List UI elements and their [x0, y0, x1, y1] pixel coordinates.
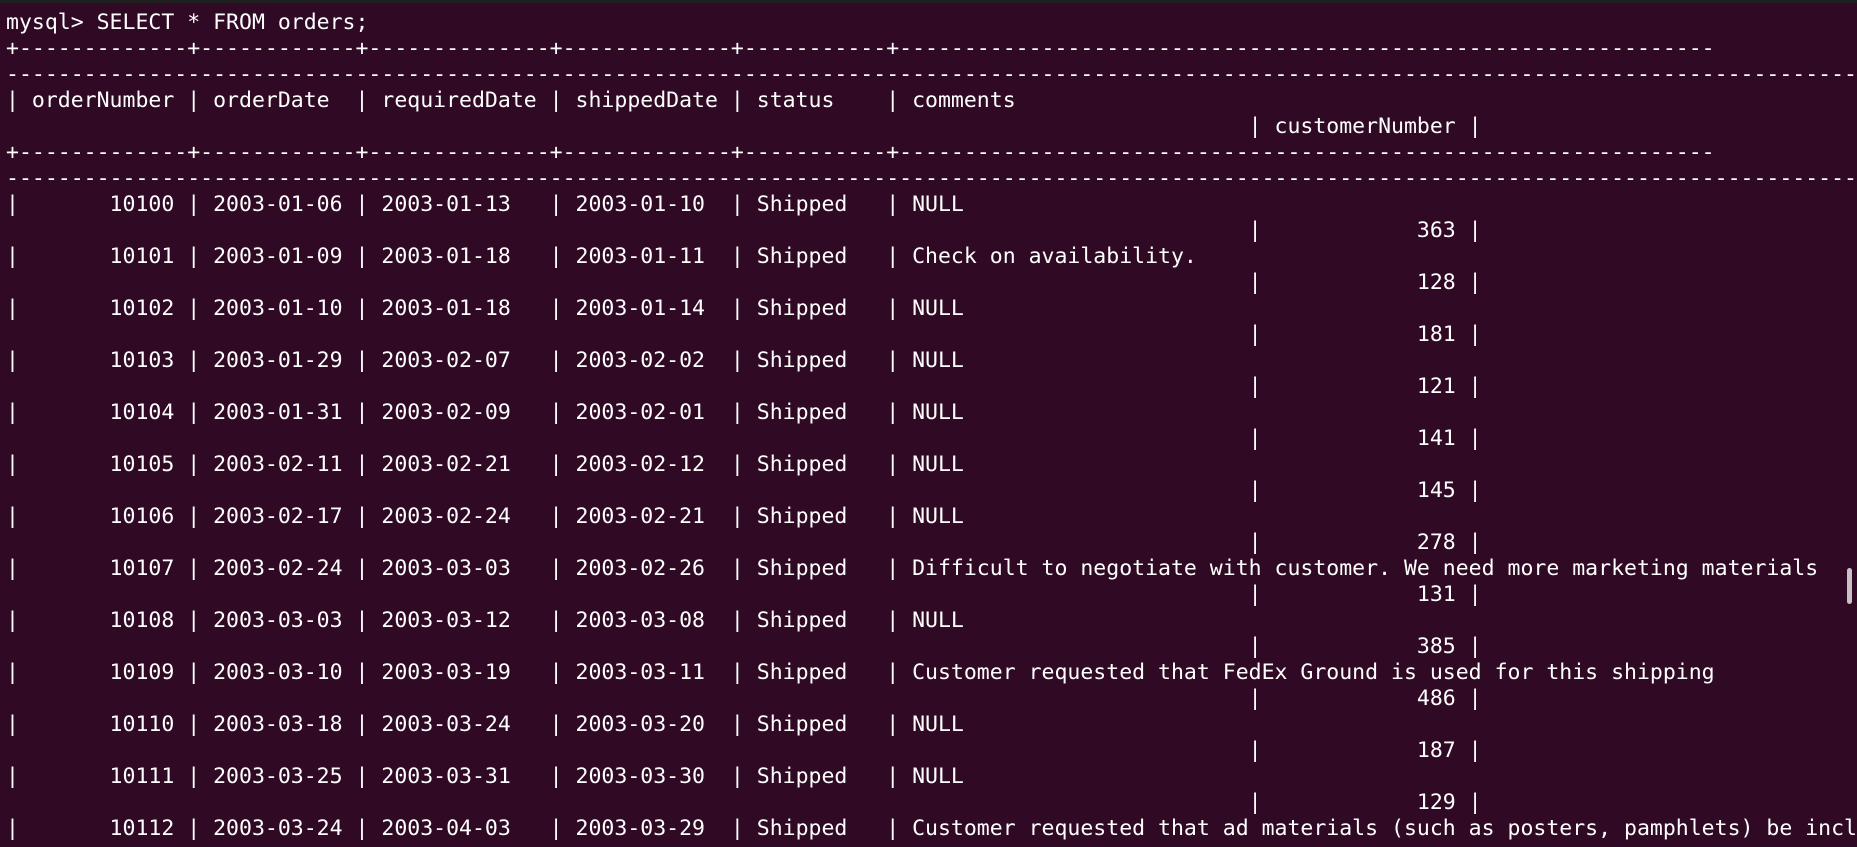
table-row-wrap: | 363 | [6, 218, 1482, 243]
table-row: | 10107 | 2003-02-24 | 2003-03-03 | 2003… [6, 556, 1819, 581]
table-row: | 10103 | 2003-01-29 | 2003-02-07 | 2003… [6, 348, 964, 373]
table-row-wrap: | 181 | [6, 322, 1482, 347]
table-header: | orderNumber | orderDate | requiredDate… [6, 88, 1016, 113]
table-row: | 10106 | 2003-02-17 | 2003-02-24 | 2003… [6, 504, 964, 529]
table-row-wrap: | 278 | [6, 530, 1482, 555]
table-row-wrap: | 187 | [6, 738, 1482, 763]
terminal-window[interactable]: mysql> SELECT * FROM orders; +-----------… [0, 0, 1857, 847]
table-row: | 10102 | 2003-01-10 | 2003-01-18 | 2003… [6, 296, 964, 321]
table-row: | 10100 | 2003-01-06 | 2003-01-13 | 2003… [6, 192, 964, 217]
table-row: | 10108 | 2003-03-03 | 2003-03-12 | 2003… [6, 608, 964, 633]
table-border: +-------------+------------+------------… [6, 36, 1715, 61]
table-border: +-------------+------------+------------… [6, 140, 1715, 165]
table-row-wrap: | 121 | [6, 374, 1482, 399]
table-row: | 10105 | 2003-02-11 | 2003-02-21 | 2003… [6, 452, 964, 477]
table-row: | 10109 | 2003-03-10 | 2003-03-19 | 2003… [6, 660, 1715, 685]
table-row: | 10111 | 2003-03-25 | 2003-03-31 | 2003… [6, 764, 964, 789]
table-row-wrap: | 141 | [6, 426, 1482, 451]
table-row-wrap: | 385 | [6, 634, 1482, 659]
terminal-output: mysql> SELECT * FROM orders; +-----------… [6, 10, 1857, 842]
scrollbar[interactable] [1843, 0, 1857, 847]
table-row: | 10101 | 2003-01-09 | 2003-01-18 | 2003… [6, 244, 1197, 269]
table-header-wrap: | customerNumber | [6, 114, 1482, 139]
scrollbar-thumb[interactable] [1847, 568, 1852, 604]
table-row-wrap: | 145 | [6, 478, 1482, 503]
window-top-edge [0, 0, 1857, 3]
table-row: | 10112 | 2003-03-24 | 2003-04-03 | 2003… [6, 816, 1857, 841]
table-row: | 10104 | 2003-01-31 | 2003-02-09 | 2003… [6, 400, 964, 425]
command-line: mysql> SELECT * FROM orders; [6, 10, 369, 35]
table-row-wrap: | 129 | [6, 790, 1482, 815]
table-row-wrap: | 486 | [6, 686, 1482, 711]
table-border-wrap: ----------------------------------------… [6, 62, 1857, 87]
table-row-wrap: | 128 | [6, 270, 1482, 295]
table-border-wrap: ----------------------------------------… [6, 166, 1857, 191]
table-row-wrap: | 131 | [6, 582, 1482, 607]
table-row: | 10110 | 2003-03-18 | 2003-03-24 | 2003… [6, 712, 964, 737]
